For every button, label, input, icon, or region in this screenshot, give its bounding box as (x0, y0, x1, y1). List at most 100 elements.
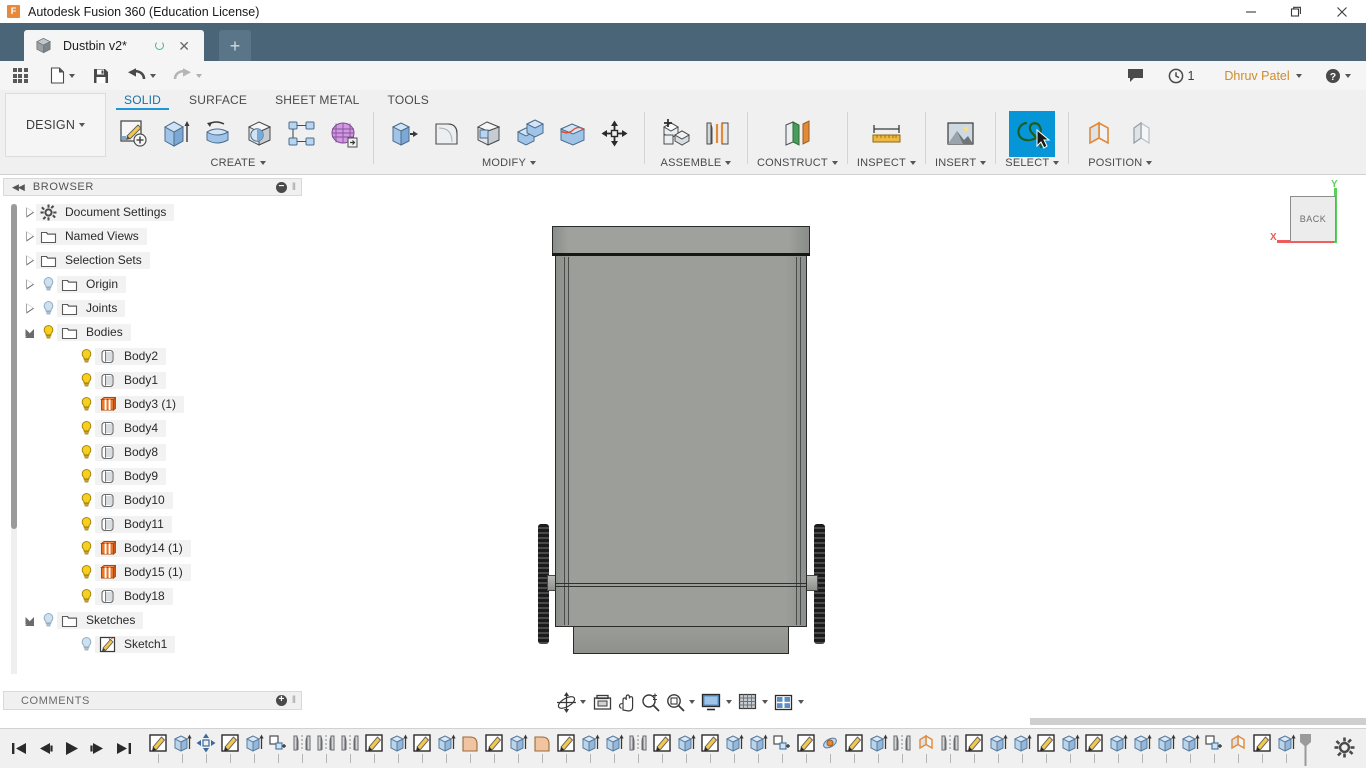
timeline-feature-move[interactable] (194, 729, 218, 768)
tree-node[interactable]: Origin (3, 272, 302, 296)
tree-node-content[interactable]: Joints (57, 299, 126, 317)
look-at-button[interactable] (591, 689, 613, 715)
orbit-button[interactable] (555, 689, 577, 715)
visibility-bulb-icon[interactable] (78, 636, 95, 653)
visibility-bulb-icon[interactable] (40, 276, 57, 293)
timeline-feature-sketch[interactable] (962, 729, 986, 768)
tree-node-content[interactable]: Body10 (95, 491, 173, 509)
visibility-bulb-icon[interactable] (78, 420, 95, 437)
tree-node[interactable]: Body1 (3, 368, 302, 392)
timeline-feature-extrude[interactable] (386, 729, 410, 768)
timeline-feature-extrude[interactable] (986, 729, 1010, 768)
app-grid-button[interactable] (0, 61, 40, 90)
timeline-feature-rect-pattern[interactable] (1202, 729, 1226, 768)
expand-arrow-open-icon[interactable] (23, 614, 36, 627)
tree-node[interactable]: Sketches (3, 608, 302, 632)
step-forward-button[interactable] (86, 737, 108, 761)
tree-node[interactable]: Body8 (3, 440, 302, 464)
step-back-button[interactable] (34, 737, 56, 761)
fillet-button[interactable] (425, 111, 467, 156)
shell-button[interactable] (467, 111, 509, 156)
timeline-feature-extrude[interactable] (242, 729, 266, 768)
tree-node-content[interactable]: Body11 (95, 515, 172, 533)
timeline-feature-align[interactable] (914, 729, 938, 768)
visibility-bulb-icon[interactable] (78, 372, 95, 389)
extrude-button[interactable] (154, 111, 196, 156)
timeline-feature-extrude[interactable] (1010, 729, 1034, 768)
fit-button[interactable] (664, 689, 686, 715)
tree-node-content[interactable]: Body8 (95, 443, 167, 461)
timeline-feature-sketch[interactable] (1082, 729, 1106, 768)
go-to-beginning-button[interactable] (8, 737, 30, 761)
tree-node-content[interactable]: Body9 (95, 467, 167, 485)
timeline-feature-revolve[interactable] (818, 729, 842, 768)
tree-node-content[interactable]: Body15 (1) (95, 563, 191, 581)
timeline-feature-extrude[interactable] (722, 729, 746, 768)
comments-grip-icon[interactable]: ‖ (292, 695, 296, 706)
tree-node[interactable]: Body10 (3, 488, 302, 512)
tree-node[interactable]: Body11 (3, 512, 302, 536)
visibility-bulb-icon[interactable] (78, 348, 95, 365)
tree-node[interactable]: Selection Sets (3, 248, 302, 272)
close-button[interactable] (1318, 0, 1366, 23)
history-button[interactable]: 1 (1154, 61, 1208, 90)
timeline-feature-sketch[interactable] (410, 729, 434, 768)
timeline-feature-extrude[interactable] (578, 729, 602, 768)
visibility-bulb-icon[interactable] (78, 516, 95, 533)
timeline-feature-sketch[interactable] (1250, 729, 1274, 768)
display-settings-caret-icon[interactable] (725, 700, 732, 704)
expand-arrow-closed-icon[interactable] (23, 230, 36, 243)
tree-node[interactable]: Sketch1 (3, 632, 302, 656)
visibility-bulb-icon[interactable] (40, 324, 57, 341)
panel-select-label[interactable]: SELECT (1005, 156, 1060, 170)
expand-arrow-closed-icon[interactable] (23, 278, 36, 291)
grid-snap-caret-icon[interactable] (761, 700, 768, 704)
timeline-feature-sketch[interactable] (554, 729, 578, 768)
expand-arrow-open-icon[interactable] (23, 326, 36, 339)
panel-inspect-label[interactable]: INSPECT (857, 156, 916, 170)
viewports-button[interactable] (773, 689, 795, 715)
grid-snap-button[interactable] (737, 689, 759, 715)
timeline-feature-extrude[interactable] (866, 729, 890, 768)
close-tab-icon[interactable]: ✕ (178, 39, 190, 53)
tree-node-content[interactable]: Body3 (1) (95, 395, 185, 413)
tree-node-content[interactable]: Sketches (57, 611, 144, 629)
offset-plane-button[interactable] (776, 111, 818, 156)
tree-node-content[interactable]: Selection Sets (36, 251, 150, 269)
timeline-feature-mirror[interactable] (314, 729, 338, 768)
create-sketch-button[interactable] (112, 111, 154, 156)
file-menu-button[interactable] (40, 61, 84, 90)
tab-tools[interactable]: TOOLS (374, 90, 443, 110)
timeline-feature-mirror[interactable] (890, 729, 914, 768)
timeline-feature-sketch[interactable] (482, 729, 506, 768)
timeline-feature-sketch[interactable] (842, 729, 866, 768)
timeline-settings-button[interactable] (1334, 737, 1356, 759)
timeline-feature-sketch[interactable] (218, 729, 242, 768)
undo-button[interactable] (118, 61, 164, 90)
display-settings-button[interactable] (700, 689, 722, 715)
pattern-button[interactable] (280, 111, 322, 156)
timeline-feature-rect-pattern[interactable] (266, 729, 290, 768)
zoom-button[interactable] (640, 689, 662, 715)
timeline-feature-extrude[interactable] (1274, 729, 1298, 768)
timeline-feature-extrude[interactable] (1154, 729, 1178, 768)
timeline-scrollbar-thumb[interactable] (1030, 718, 1366, 725)
new-component-button[interactable] (654, 111, 696, 156)
visibility-bulb-icon[interactable] (40, 300, 57, 317)
timeline-feature-align[interactable] (1226, 729, 1250, 768)
timeline-feature-extrude[interactable] (746, 729, 770, 768)
tree-node[interactable]: Joints (3, 296, 302, 320)
timeline-feature-sketch[interactable] (794, 729, 818, 768)
collapse-left-icon[interactable]: ◀◀ (12, 182, 25, 193)
play-button[interactable] (60, 737, 82, 761)
tree-node[interactable]: Body18 (3, 584, 302, 608)
timeline-feature-extrude[interactable] (1058, 729, 1082, 768)
timeline-feature-mirror[interactable] (626, 729, 650, 768)
visibility-bulb-icon[interactable] (78, 468, 95, 485)
tree-node[interactable]: Named Views (3, 224, 302, 248)
timeline-feature-sketch[interactable] (146, 729, 170, 768)
timeline-feature-extrude[interactable] (602, 729, 626, 768)
tree-node-content[interactable]: Bodies (57, 323, 131, 341)
visibility-bulb-icon[interactable] (40, 612, 57, 629)
panel-construct-label[interactable]: CONSTRUCT (757, 156, 838, 170)
